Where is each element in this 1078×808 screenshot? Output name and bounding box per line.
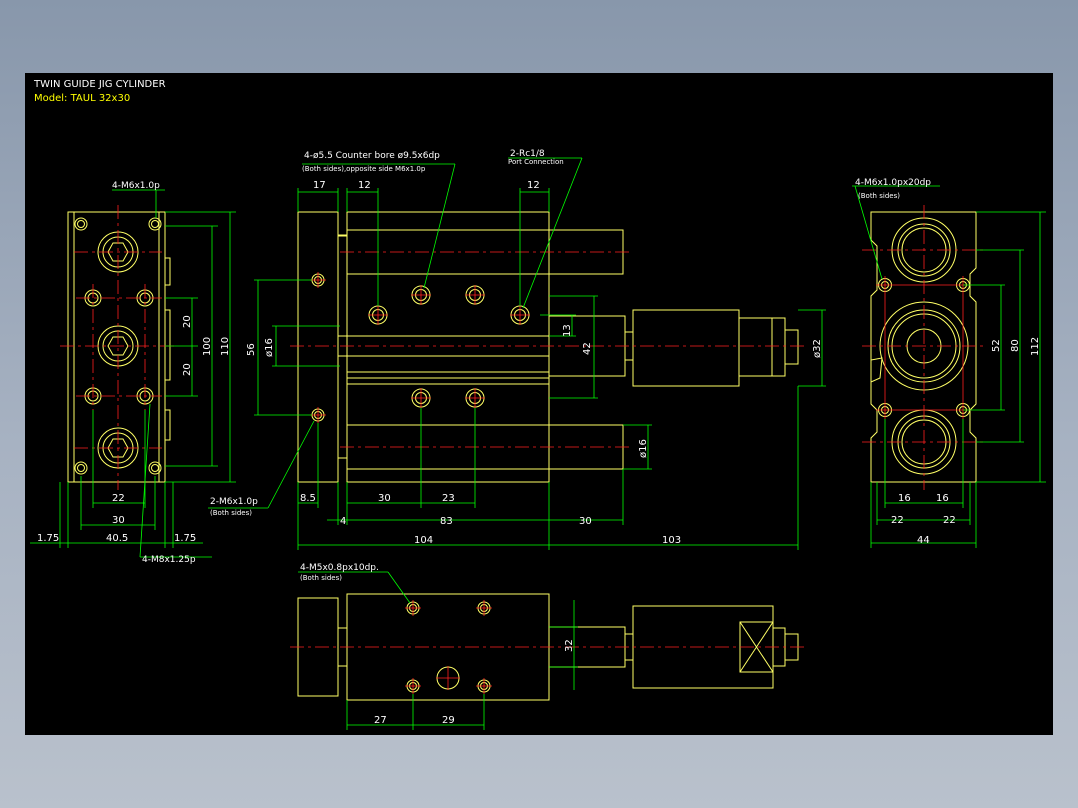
dim-103: 103: [662, 535, 681, 546]
callout-m6-top: 4-M6x1.0p: [112, 181, 160, 191]
dim-13: 13: [562, 324, 573, 337]
dim-83: 83: [440, 516, 453, 527]
right-end-view: 52 80 112 16 16 22 22 44 4-M6x1.0px20dp …: [852, 178, 1046, 548]
dim-44: 44: [917, 535, 930, 546]
dim-100: 100: [202, 337, 213, 356]
dim-12-left: 12: [358, 180, 371, 191]
dim-22-right: 22: [943, 515, 956, 526]
dim-1-75-left: 1.75: [37, 533, 59, 544]
dim-12-right: 12: [527, 180, 540, 191]
dim-32-top: 32: [564, 639, 575, 652]
dim-dia32: ø32: [812, 339, 823, 358]
callout-right-tap-note: (Both sides): [858, 192, 900, 200]
dim-4: 4: [340, 516, 346, 527]
left-end-view: 20 20 100 110 22 30 40.5 1.75 1.75 4-M6x…: [30, 181, 236, 565]
callout-top-tap: 4-M5x0.8px10dp.: [300, 563, 379, 573]
dim-17: 17: [313, 180, 326, 191]
title-block: TWIN GUIDE JIG CYLINDER Model: TAUL 32x3…: [33, 79, 166, 104]
drawing-viewport[interactable]: TWIN GUIDE JIG CYLINDER Model: TAUL 32x3…: [25, 73, 1053, 735]
dim-29: 29: [442, 715, 455, 726]
callout-side-tap: 2-M6x1.0p: [210, 497, 258, 507]
dim-22-left: 22: [891, 515, 904, 526]
dim-20-upper: 20: [182, 315, 193, 328]
callout-side-tap-note: (Both sides): [210, 509, 252, 517]
dim-104: 104: [414, 535, 433, 546]
dim-23: 23: [442, 493, 455, 504]
dim-56: 56: [246, 343, 257, 356]
dim-42: 42: [582, 342, 593, 355]
dim-30: 30: [112, 515, 125, 526]
callout-counterbore-note: (Both sides),opposite side M6x1.0p: [302, 165, 426, 173]
dim-27: 27: [374, 715, 387, 726]
model-label: Model: TAUL 32x30: [34, 93, 130, 104]
dim-30-stroke: 30: [579, 516, 592, 527]
cylinder-body: [346, 211, 550, 483]
dim-110: 110: [220, 337, 231, 356]
front-view: 17 12 12 56 ø16 13 42 ø32 ø16 8.5 30 23 …: [208, 149, 826, 550]
callout-top-tap-note: (Both sides): [300, 574, 342, 582]
dim-dia16-guide: ø16: [638, 439, 649, 458]
dim-1-75-right: 1.75: [174, 533, 196, 544]
cad-drawing: TWIN GUIDE JIG CYLINDER Model: TAUL 32x3…: [30, 79, 1046, 730]
cylinder-barrel: [632, 309, 740, 387]
dim-30-front: 30: [378, 493, 391, 504]
dim-16-right: 16: [936, 493, 949, 504]
dim-16-left: 16: [898, 493, 911, 504]
top-view: 32 27 29 4-M5x0.8px10dp. (Both sides): [290, 563, 808, 730]
left-view-body: [67, 211, 166, 483]
dim-112: 112: [1030, 337, 1041, 356]
dim-22: 22: [112, 493, 125, 504]
callout-port-note: Port Connection: [508, 158, 564, 166]
dim-80: 80: [1010, 339, 1021, 352]
drawing-title: TWIN GUIDE JIG CYLINDER: [33, 79, 166, 90]
dim-dia16-rod: ø16: [264, 338, 275, 357]
counterbore-hole-icon: [311, 273, 530, 422]
callout-counterbore: 4-ø5.5 Counter bore ø9.5x6dp: [304, 151, 440, 161]
dim-8-5: 8.5: [300, 493, 316, 504]
callout-m8: 4-M8x1.25p: [142, 555, 196, 565]
dim-20-lower: 20: [182, 363, 193, 376]
dim-40-5: 40.5: [106, 533, 128, 544]
callout-right-tap: 4-M6x1.0px20dp: [855, 178, 931, 188]
dim-52: 52: [991, 339, 1002, 352]
